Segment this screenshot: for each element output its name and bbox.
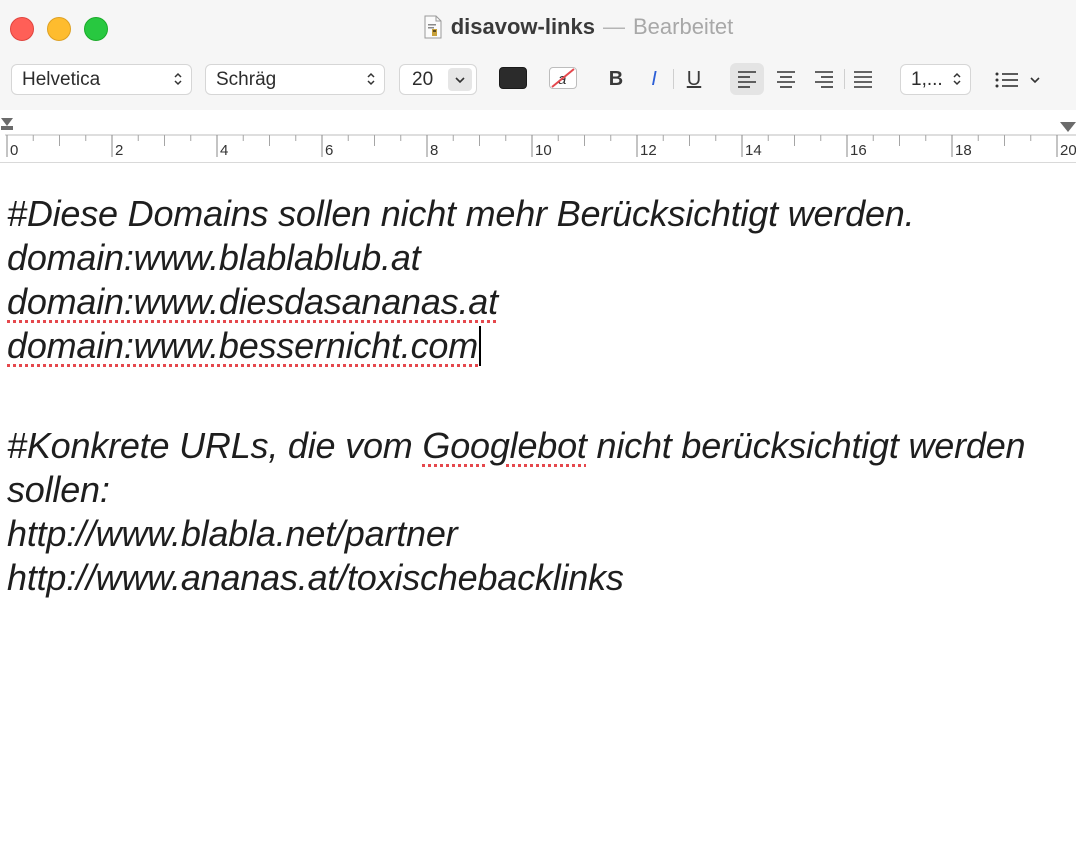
font-size-dropdown-button[interactable] <box>448 68 472 91</box>
text-line[interactable]: http://www.ananas.at/toxischebacklinks <box>7 557 624 599</box>
justify-button[interactable] <box>846 63 880 95</box>
no-color-icon: a <box>551 68 575 88</box>
ruler-label: 8 <box>430 142 439 159</box>
text-cursor <box>479 326 481 366</box>
font-style-value: Schräg <box>216 68 277 90</box>
font-family-popup[interactable]: Helvetica <box>11 64 192 95</box>
text-line[interactable]: sollen: <box>7 469 110 511</box>
url-entry[interactable]: http://www.blabla.net/partner <box>7 513 458 554</box>
text-line[interactable]: http://www.blabla.net/partner <box>7 513 458 555</box>
ruler-label: 20 <box>1060 142 1076 159</box>
text-line[interactable]: domain:www.blablablub.at <box>7 237 421 279</box>
comment-domains[interactable]: #Diese Domains sollen nicht mehr Berücks… <box>7 193 915 234</box>
align-center-icon <box>777 71 795 88</box>
text-color-well[interactable] <box>499 67 527 89</box>
line-spacing-value: 1,... <box>911 68 943 90</box>
align-right-button[interactable] <box>807 63 841 95</box>
domain-suffix[interactable]: .at <box>381 237 421 278</box>
toolbar-divider <box>673 69 674 89</box>
ruler-label: 14 <box>745 142 762 159</box>
text-view[interactable]: #Diese Domains sollen nicht mehr Berücks… <box>0 163 1076 862</box>
list-icon <box>995 72 1018 88</box>
misspelled-word[interactable]: Googlebot <box>422 425 587 466</box>
comment-urls-part[interactable]: #Konkrete URLs, die vom <box>7 425 422 466</box>
italic-button[interactable]: I <box>640 64 668 95</box>
document-title[interactable]: disavow-links <box>451 14 595 40</box>
ruler-label: 0 <box>10 142 19 159</box>
ruler-label: 6 <box>325 142 334 159</box>
domain-prefix[interactable]: domain:www. <box>7 237 219 278</box>
chevron-down-icon <box>1030 77 1040 84</box>
toolbar-divider <box>844 69 845 89</box>
align-right-icon <box>815 71 833 88</box>
ruler[interactable]: 0 2 4 6 8 10 12 14 16 18 20 <box>0 110 1076 163</box>
ruler-label: 12 <box>640 142 657 159</box>
title-separator: — <box>602 14 625 39</box>
window-title: disavow-links — Bearbeitet <box>0 12 1076 42</box>
domain-entry-misspelled[interactable]: domain:www.diesdasananas.at <box>7 281 498 322</box>
right-margin-marker[interactable] <box>1060 122 1076 132</box>
ruler-label: 16 <box>850 142 867 159</box>
domain-word[interactable]: blablablub <box>219 237 381 278</box>
align-left-button[interactable] <box>730 63 764 95</box>
domain-entry-misspelled[interactable]: domain:www.bessernicht.com <box>7 325 478 366</box>
ruler-label: 18 <box>955 142 972 159</box>
chevron-down-icon <box>455 76 465 83</box>
list-bullets-button[interactable] <box>994 66 1052 94</box>
textedit-window: disavow-links — Bearbeitet Helvetica Sch… <box>0 0 1076 862</box>
justify-icon <box>854 71 872 88</box>
up-down-chevron-icon <box>174 72 182 86</box>
ruler-label: 10 <box>535 142 552 159</box>
document-icon[interactable] <box>423 15 443 39</box>
font-size-value[interactable]: 20 <box>412 69 433 91</box>
line-spacing-popup[interactable]: 1,... <box>900 64 971 95</box>
text-line[interactable]: #Konkrete URLs, die vom Googlebot nicht … <box>7 425 1026 467</box>
ruler-label: 4 <box>220 142 229 159</box>
title-bar: disavow-links — Bearbeitet Helvetica Sch… <box>0 0 1076 111</box>
first-line-indent-marker[interactable] <box>1 118 13 126</box>
font-size-combo[interactable]: 20 <box>399 64 477 95</box>
url-entry[interactable]: http://www.ananas.at/toxischebacklinks <box>7 557 624 598</box>
text-line[interactable]: domain:www.diesdasananas.at <box>7 281 498 323</box>
up-down-chevron-icon <box>953 72 961 86</box>
ruler-label: 2 <box>115 142 124 159</box>
underline-button[interactable]: U <box>680 64 708 95</box>
edited-status: Bearbeitet <box>632 14 734 39</box>
text-line[interactable]: domain:www.bessernicht.com <box>7 325 481 367</box>
comment-urls-part[interactable]: nicht berücksichtigt werden <box>587 425 1026 466</box>
align-left-icon <box>738 71 756 88</box>
align-center-button[interactable] <box>769 63 803 95</box>
bold-button[interactable]: B <box>602 64 630 95</box>
up-down-chevron-icon <box>367 72 375 86</box>
font-style-popup[interactable]: Schräg <box>205 64 385 95</box>
comment-urls-end[interactable]: sollen: <box>7 469 110 510</box>
text-line[interactable]: #Diese Domains sollen nicht mehr Berücks… <box>7 193 915 235</box>
background-color-well[interactable]: a <box>549 67 577 89</box>
left-indent-marker[interactable] <box>1 126 13 130</box>
font-family-value: Helvetica <box>22 68 101 90</box>
